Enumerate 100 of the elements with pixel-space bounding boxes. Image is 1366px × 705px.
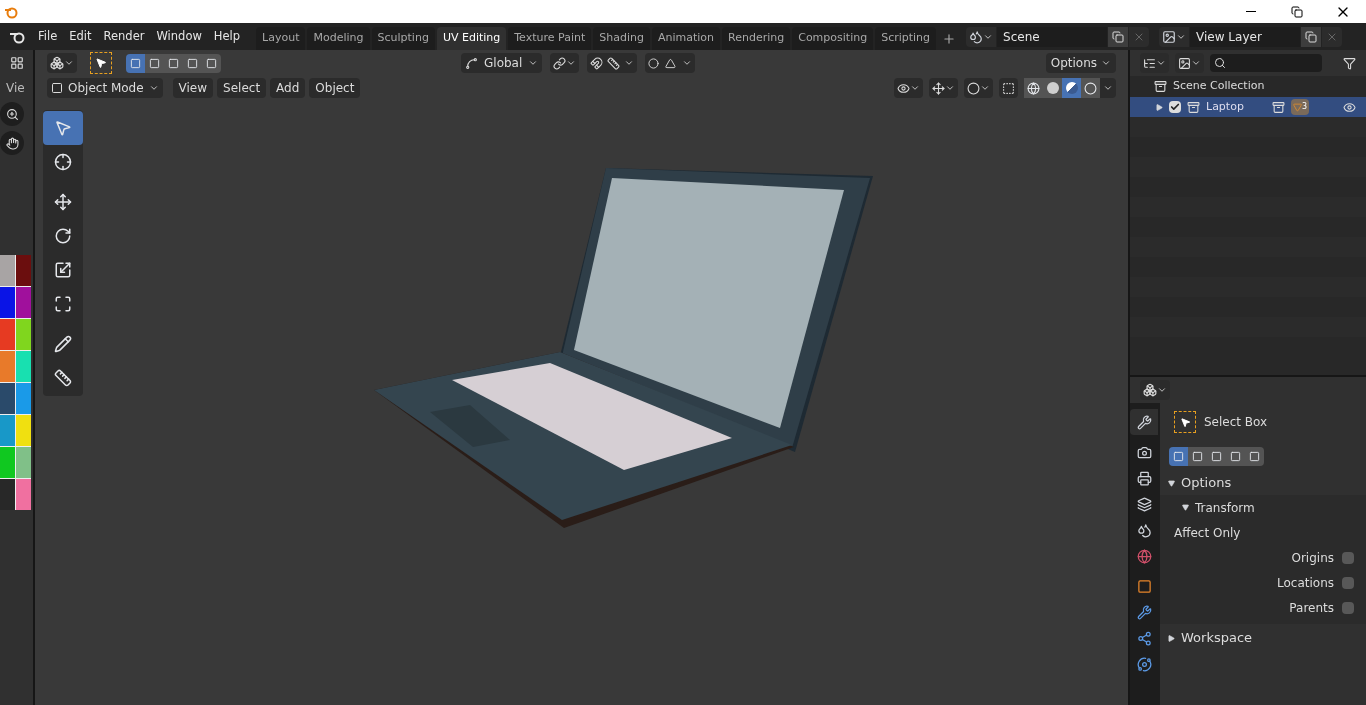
color-swatch[interactable] xyxy=(0,319,15,350)
snap-button[interactable] xyxy=(587,53,638,73)
color-swatch[interactable] xyxy=(16,479,31,510)
color-swatch[interactable] xyxy=(16,383,31,414)
view-layer-type-button[interactable] xyxy=(1159,26,1190,47)
color-swatch[interactable] xyxy=(0,287,15,318)
shading-mode-button[interactable] xyxy=(1081,78,1100,98)
collection-name[interactable]: Laptop xyxy=(1206,98,1244,116)
nodes-icon xyxy=(1136,630,1152,646)
color-swatch[interactable] xyxy=(0,255,15,286)
workspace-tab[interactable]: Modeling xyxy=(307,27,370,50)
color-swatch[interactable] xyxy=(16,447,31,478)
workspace-tab[interactable]: Animation xyxy=(651,27,721,50)
viewport-menu-item[interactable]: Add xyxy=(270,78,306,98)
editor-type-button[interactable] xyxy=(47,53,77,73)
visibility-checkbox[interactable] xyxy=(1169,101,1181,113)
square-icon xyxy=(149,57,160,69)
copy-button[interactable] xyxy=(1108,26,1129,47)
workspace-tab[interactable]: UV Editing xyxy=(436,27,507,50)
workspace-tab[interactable]: Layout xyxy=(256,27,306,50)
checkbox[interactable] xyxy=(1342,576,1354,589)
color-swatch[interactable] xyxy=(16,255,31,286)
pencil-icon xyxy=(54,335,72,353)
viewport-menu-item[interactable]: Object xyxy=(309,78,361,98)
object-count-badge[interactable]: 3 xyxy=(1290,99,1309,115)
shading-mode-button[interactable] xyxy=(1043,78,1062,98)
collection-icon xyxy=(1187,100,1200,114)
color-swatch[interactable] xyxy=(0,479,15,510)
filter-mode-button[interactable] xyxy=(1175,53,1204,73)
close-button[interactable] xyxy=(1322,26,1343,47)
shading-mode-button[interactable] xyxy=(1024,78,1043,98)
menu-item[interactable]: Help xyxy=(207,27,247,46)
menu-item[interactable]: File xyxy=(32,27,64,46)
xray-button[interactable] xyxy=(999,78,1018,98)
select-mode-button[interactable] xyxy=(1169,446,1188,466)
select-mode-button[interactable] xyxy=(202,53,221,73)
pan-button[interactable] xyxy=(0,131,24,155)
workspace-tab[interactable]: Shading xyxy=(593,27,650,50)
viewport-menu-item[interactable]: Select xyxy=(217,78,267,98)
image-icon xyxy=(1178,56,1191,70)
checkbox[interactable] xyxy=(1342,601,1354,614)
select-mode-button[interactable] xyxy=(1188,446,1207,466)
select-mode-button[interactable] xyxy=(126,53,145,73)
copy-button[interactable] xyxy=(1301,26,1322,47)
panel-header[interactable]: Workspace xyxy=(1160,626,1366,650)
scene-collection-label[interactable]: Scene Collection xyxy=(1173,78,1265,95)
proportional-edit-button[interactable] xyxy=(645,53,696,73)
editor-menu-label[interactable]: Vie xyxy=(0,76,33,100)
shading-mode-button[interactable] xyxy=(1062,78,1081,98)
workspace-tab[interactable]: Texture Paint xyxy=(508,27,592,50)
filter-button[interactable] xyxy=(1343,56,1356,70)
color-swatch[interactable] xyxy=(16,415,31,446)
search-field[interactable] xyxy=(1210,54,1322,72)
color-swatch[interactable] xyxy=(16,351,31,382)
rotate-icon xyxy=(54,227,72,245)
outliner-row[interactable]: Laptop 3 xyxy=(1130,97,1366,117)
color-swatch[interactable] xyxy=(16,319,31,350)
viewport-menu-item[interactable]: View xyxy=(172,78,214,98)
workspace-tab[interactable]: Rendering xyxy=(722,27,791,50)
workspace-tab[interactable]: Scripting xyxy=(875,27,937,50)
color-swatch[interactable] xyxy=(0,383,15,414)
gizmo-button[interactable] xyxy=(929,78,958,98)
hand-icon xyxy=(5,136,19,150)
caret-icon xyxy=(64,58,74,68)
zoom-button[interactable] xyxy=(0,102,24,126)
color-swatch[interactable] xyxy=(0,351,15,382)
color-swatch[interactable] xyxy=(0,447,15,478)
pivot-dropdown[interactable] xyxy=(550,53,580,73)
workspace-tab[interactable]: Sculpting xyxy=(371,27,435,50)
menu-item[interactable]: Window xyxy=(150,27,208,46)
display-mode-button[interactable] xyxy=(1140,53,1169,73)
search-icon xyxy=(1214,57,1226,69)
view-layer-field[interactable]: View Layer xyxy=(1190,26,1301,47)
caret-icon xyxy=(1103,83,1113,93)
subpanel-header[interactable]: Transform xyxy=(1160,495,1366,520)
select-tool-button[interactable] xyxy=(90,52,112,74)
checkbox-label: Origins xyxy=(1291,549,1334,567)
workspace-tab[interactable]: Compositing xyxy=(792,27,874,50)
editor-type-button[interactable] xyxy=(1140,380,1170,400)
scene-type-button[interactable] xyxy=(966,26,997,47)
select-mode-button[interactable] xyxy=(1245,446,1264,466)
circle-icon xyxy=(967,81,980,95)
options-dropdown[interactable]: Options xyxy=(1045,53,1116,73)
orientation-dropdown[interactable]: Global xyxy=(461,53,543,73)
mode-dropdown[interactable]: Object Mode xyxy=(47,78,163,98)
checkbox[interactable] xyxy=(1342,551,1354,564)
scene-field[interactable]: Scene xyxy=(997,26,1108,47)
select-mode-button[interactable] xyxy=(145,53,164,73)
ruler-icon xyxy=(54,369,72,387)
visibility-button[interactable] xyxy=(894,78,923,98)
close-button[interactable] xyxy=(1129,26,1150,47)
color-swatch[interactable] xyxy=(0,415,15,446)
panel-header[interactable]: Options xyxy=(1160,471,1366,495)
select-box-icon xyxy=(54,119,72,137)
color-swatch[interactable] xyxy=(16,287,31,318)
properties-tab[interactable] xyxy=(1130,409,1158,435)
menu-item[interactable]: Render xyxy=(97,27,151,46)
menu-item[interactable]: Edit xyxy=(63,27,98,46)
caret-icon xyxy=(1157,385,1167,395)
overlay-button[interactable] xyxy=(964,78,993,98)
